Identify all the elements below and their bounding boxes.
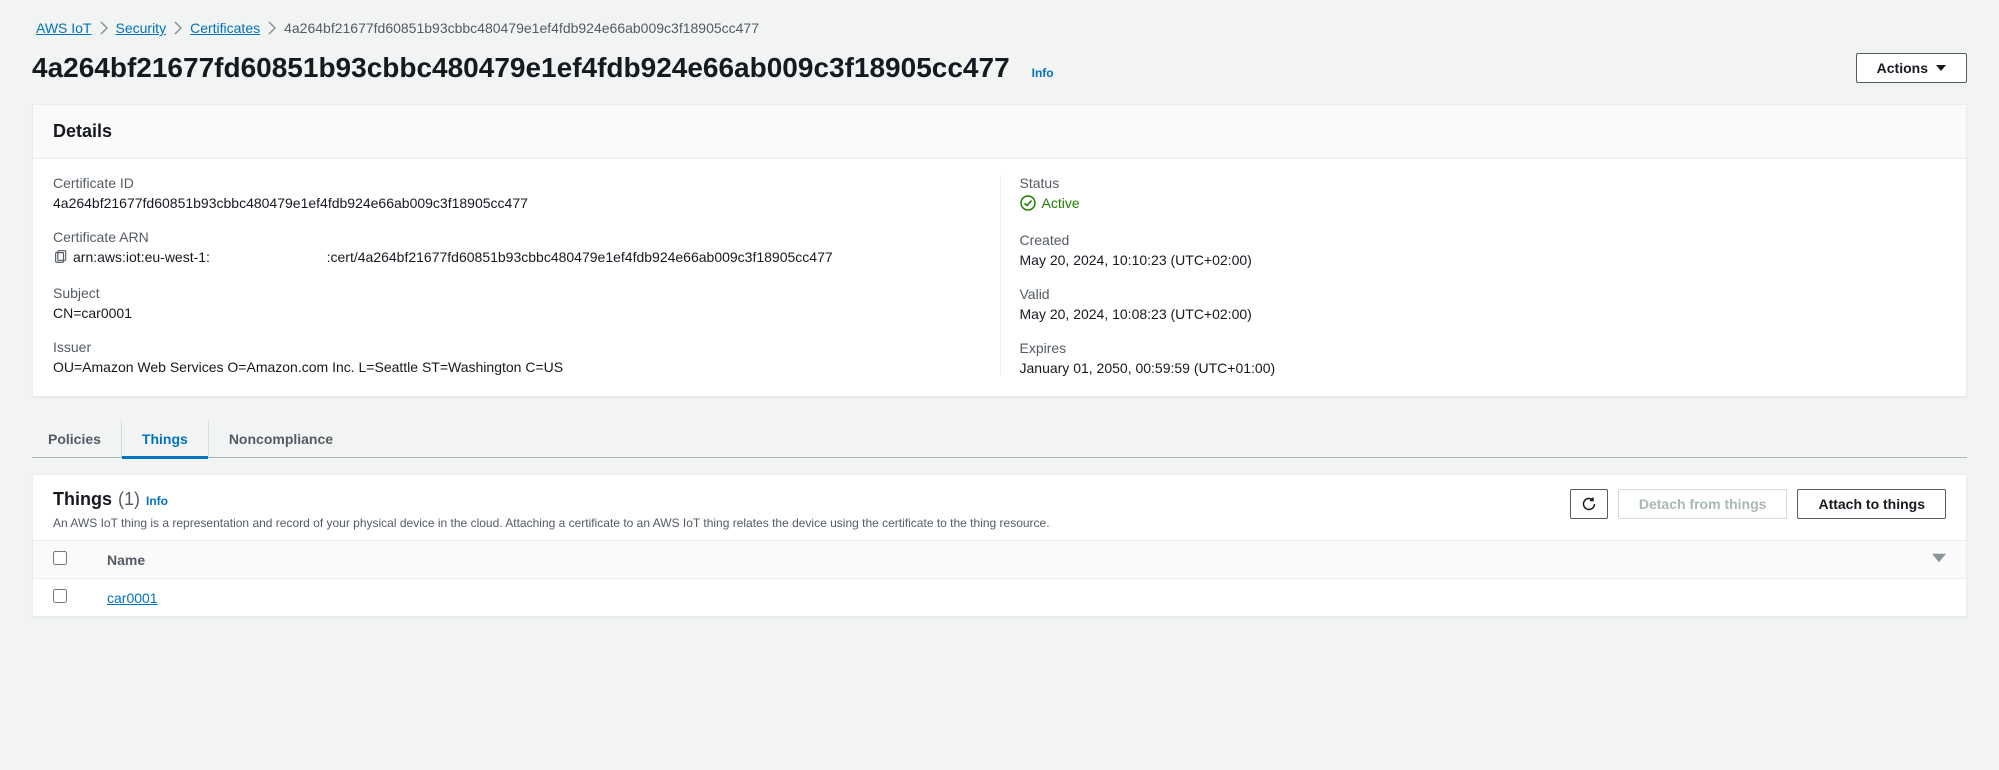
breadcrumb-security[interactable]: Security [116, 20, 167, 36]
things-description: An AWS IoT thing is a representation and… [53, 516, 1050, 530]
refresh-icon [1581, 496, 1597, 512]
things-table: Name car0001 [33, 540, 1966, 616]
expires-value: January 01, 2050, 00:59:59 (UTC+01:00) [1020, 360, 1947, 376]
table-row: car0001 [33, 579, 1966, 617]
info-link[interactable]: Info [1032, 66, 1054, 80]
created-value: May 20, 2024, 10:10:23 (UTC+02:00) [1020, 252, 1947, 268]
certificate-arn-label: Certificate ARN [53, 229, 980, 245]
select-all-checkbox[interactable] [53, 551, 67, 565]
column-name[interactable]: Name [87, 541, 1912, 579]
chevron-right-icon [174, 22, 182, 34]
certificate-id-value: 4a264bf21677fd60851b93cbbc480479e1ef4fdb… [53, 195, 980, 211]
things-heading: Things (1) Info [53, 489, 168, 510]
actions-label: Actions [1877, 60, 1928, 76]
actions-dropdown[interactable]: Actions [1856, 53, 1967, 83]
breadcrumb: AWS IoT Security Certificates 4a264bf216… [32, 16, 1967, 52]
valid-value: May 20, 2024, 10:08:23 (UTC+02:00) [1020, 306, 1947, 322]
valid-label: Valid [1020, 286, 1947, 302]
certificate-id-label: Certificate ID [53, 175, 980, 191]
detach-from-things-button[interactable]: Detach from things [1618, 489, 1788, 519]
expires-label: Expires [1020, 340, 1947, 356]
created-label: Created [1020, 232, 1947, 248]
issuer-label: Issuer [53, 339, 980, 355]
breadcrumb-current: 4a264bf21677fd60851b93cbbc480479e1ef4fdb… [284, 20, 759, 36]
check-circle-icon [1020, 195, 1036, 211]
title-row: 4a264bf21677fd60851b93cbbc480479e1ef4fdb… [32, 52, 1967, 84]
issuer-value: OU=Amazon Web Services O=Amazon.com Inc.… [53, 359, 980, 375]
copy-icon[interactable] [53, 250, 67, 264]
tab-policies[interactable]: Policies [32, 421, 121, 457]
status-badge: Active [1020, 195, 1080, 211]
certificate-arn-value: arn:aws:iot:eu-west-1: :cert/4a264bf2167… [73, 249, 833, 265]
tab-noncompliance[interactable]: Noncompliance [208, 421, 353, 457]
refresh-button[interactable] [1570, 489, 1608, 519]
breadcrumb-aws-iot[interactable]: AWS IoT [36, 20, 92, 36]
attach-to-things-button[interactable]: Attach to things [1797, 489, 1946, 519]
things-count: (1) [118, 489, 140, 510]
tabs: Policies Things Noncompliance [32, 421, 1967, 458]
thing-link[interactable]: car0001 [107, 590, 158, 606]
breadcrumb-certificates[interactable]: Certificates [190, 20, 260, 36]
details-header: Details [33, 105, 1966, 159]
subject-label: Subject [53, 285, 980, 301]
details-heading: Details [53, 121, 1946, 142]
things-title: Things [53, 489, 112, 510]
chevron-right-icon [268, 22, 276, 34]
things-panel: Things (1) Info An AWS IoT thing is a re… [32, 474, 1967, 617]
caret-down-icon [1936, 63, 1946, 73]
status-value: Active [1042, 195, 1080, 211]
chevron-right-icon [100, 22, 108, 34]
status-label: Status [1020, 175, 1947, 191]
things-info-link[interactable]: Info [146, 494, 168, 508]
subject-value: CN=car0001 [53, 305, 980, 321]
details-panel: Details Certificate ID 4a264bf21677fd608… [32, 104, 1967, 397]
tab-things[interactable]: Things [121, 421, 208, 457]
settings-icon[interactable] [1932, 552, 1946, 568]
row-checkbox[interactable] [53, 589, 67, 603]
page-title: 4a264bf21677fd60851b93cbbc480479e1ef4fdb… [32, 52, 1010, 84]
